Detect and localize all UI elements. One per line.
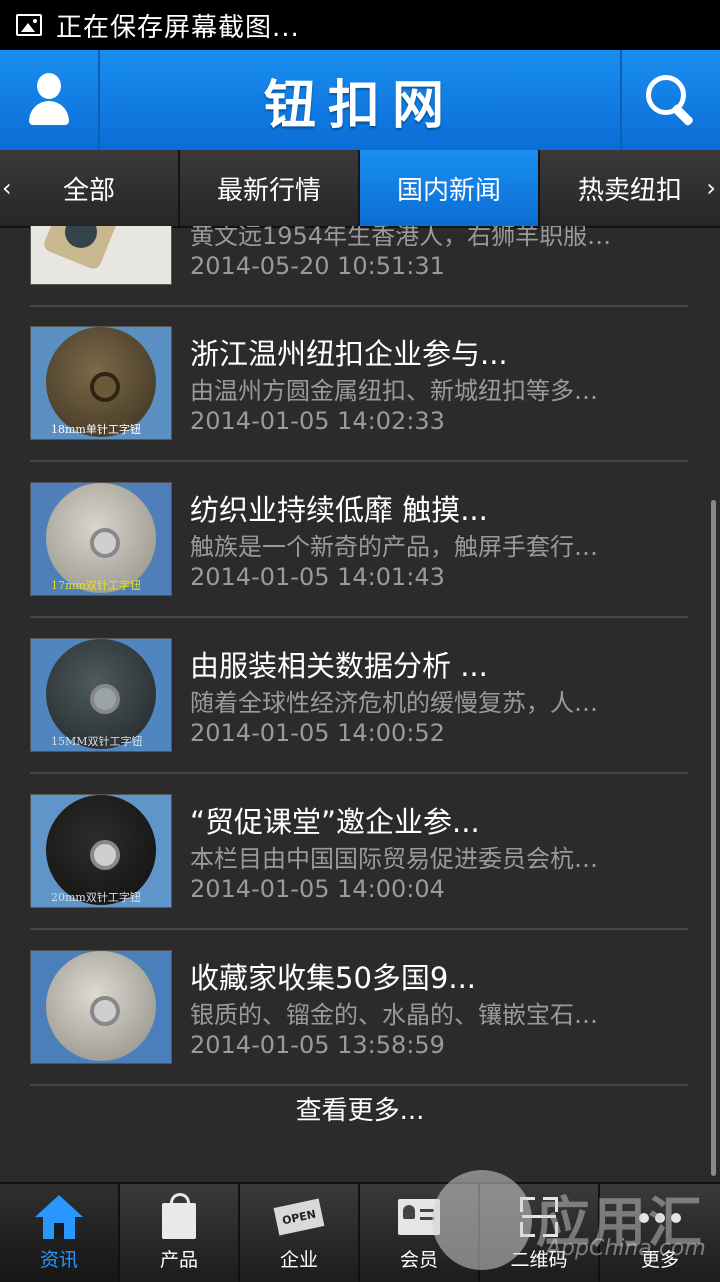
status-text: 正在保存屏幕截图... — [56, 12, 300, 43]
nav-more[interactable]: 更多 — [600, 1184, 720, 1282]
nav-news[interactable]: 资讯 — [0, 1184, 120, 1282]
thumbnail-caption: 18mm单针工字钮 — [51, 423, 141, 436]
news-title: 由服装相关数据分析 ... — [190, 649, 488, 683]
news-time: 2014-01-05 14:00:52 — [190, 719, 445, 747]
news-thumbnail — [30, 950, 172, 1064]
user-button[interactable] — [0, 50, 100, 150]
app-title: 钮扣网 — [263, 75, 456, 136]
user-icon — [29, 73, 69, 127]
search-icon — [644, 73, 698, 127]
more-dots-icon — [635, 1193, 685, 1241]
nav-member[interactable]: 会员 — [360, 1184, 480, 1282]
nav-company[interactable]: OPEN 企业 — [240, 1184, 360, 1282]
news-time: 2014-05-20 10:51:31 — [190, 252, 445, 280]
tabs-right-arrow-icon[interactable]: › — [706, 174, 716, 202]
member-card-icon — [394, 1193, 444, 1241]
image-icon — [16, 14, 42, 36]
list-item[interactable]: 20mm双针工字钮 “贸促课堂”邀企业参... 本栏目由中国国际贸易促进委员会杭… — [30, 773, 688, 930]
nav-label: 企业 — [279, 1249, 318, 1271]
list-item[interactable]: 黄文远1954年生香港人，右狮羊职服… 2014-05-20 10:51:31 — [30, 226, 688, 307]
news-title: “贸促课堂”邀企业参... — [190, 805, 480, 839]
news-summary: 本栏目由中国国际贸易促进委员会杭… — [190, 845, 598, 873]
nav-label: 会员 — [399, 1249, 438, 1271]
shopping-bag-icon — [154, 1193, 204, 1241]
news-title: 收藏家收集50多国9... — [190, 961, 477, 995]
news-time: 2014-01-05 14:00:04 — [190, 875, 445, 903]
tab-domestic-news[interactable]: 国内新闻 — [360, 150, 540, 226]
thumbnail-caption: 15MM双针工字钮 — [51, 735, 143, 748]
news-summary: 由温州方圆金属纽扣、新城纽扣等多… — [190, 377, 598, 405]
tab-all[interactable]: 全部 — [0, 150, 180, 226]
list-item[interactable]: 17mm双针工字钮 纺织业持续低靡 触摸... 触族是一个新奇的产品，触屏手套行… — [30, 461, 688, 618]
nav-label: 产品 — [159, 1249, 198, 1271]
list-item[interactable]: 收藏家收集50多国9... 银质的、镏金的、水晶的、镶嵌宝石… 2014-01-… — [30, 929, 688, 1086]
nav-label: 资讯 — [39, 1249, 78, 1271]
news-thumbnail: 18mm单针工字钮 — [30, 326, 172, 440]
news-title: 纺织业持续低靡 触摸... — [190, 493, 488, 527]
news-summary: 触族是一个新奇的产品，触屏手套行… — [190, 533, 598, 561]
status-bar: 正在保存屏幕截图... — [0, 0, 720, 50]
nav-label: 更多 — [640, 1249, 679, 1271]
search-button[interactable] — [620, 50, 720, 150]
news-time: 2014-01-05 14:02:33 — [190, 407, 445, 435]
thumbnail-caption: 20mm双针工字钮 — [51, 891, 141, 904]
list-item[interactable]: 15MM双针工字钮 由服装相关数据分析 ... 随着全球性经济危机的缓慢复苏，人… — [30, 617, 688, 774]
category-tabs: 全部 最新行情 国内新闻 热卖纽扣 — [0, 150, 720, 228]
news-thumbnail: 20mm双针工字钮 — [30, 794, 172, 908]
news-summary: 黄文远1954年生香港人，右狮羊职服… — [190, 226, 612, 250]
nav-products[interactable]: 产品 — [120, 1184, 240, 1282]
scrollbar[interactable] — [711, 500, 716, 1176]
news-summary: 银质的、镏金的、水晶的、镶嵌宝石… — [190, 1001, 598, 1029]
news-time: 2014-01-05 14:01:43 — [190, 563, 445, 591]
tabs-left-arrow-icon[interactable]: ‹ — [2, 174, 12, 202]
news-title: 浙江温州纽扣企业参与... — [190, 337, 508, 371]
nav-qrcode[interactable]: 二维码 — [480, 1184, 600, 1282]
qr-code-icon — [514, 1193, 564, 1241]
list-item[interactable]: 18mm单针工字钮 浙江温州纽扣企业参与... 由温州方圆金属纽扣、新城纽扣等多… — [30, 305, 688, 462]
nav-label: 二维码 — [510, 1249, 568, 1271]
bottom-nav: 资讯 产品 OPEN 企业 会员 二维码 更多 — [0, 1182, 720, 1282]
news-thumbnail — [30, 226, 172, 285]
news-thumbnail: 15MM双针工字钮 — [30, 638, 172, 752]
home-icon — [34, 1193, 84, 1241]
news-list: 黄文远1954年生香港人，右狮羊职服… 2014-05-20 10:51:31 … — [0, 226, 720, 1182]
tab-latest-market[interactable]: 最新行情 — [180, 150, 360, 226]
news-time: 2014-01-05 13:58:59 — [190, 1031, 445, 1059]
load-more-button[interactable]: 查看更多... — [0, 1090, 720, 1127]
news-thumbnail: 17mm双针工字钮 — [30, 482, 172, 596]
open-sign-icon: OPEN — [273, 1193, 325, 1241]
tab-hot-buttons[interactable]: 热卖纽扣 — [540, 150, 720, 226]
news-summary: 随着全球性经济危机的缓慢复苏，人… — [190, 689, 598, 717]
app-header: 钮扣网 — [0, 50, 720, 150]
thumbnail-caption: 17mm双针工字钮 — [51, 579, 141, 592]
